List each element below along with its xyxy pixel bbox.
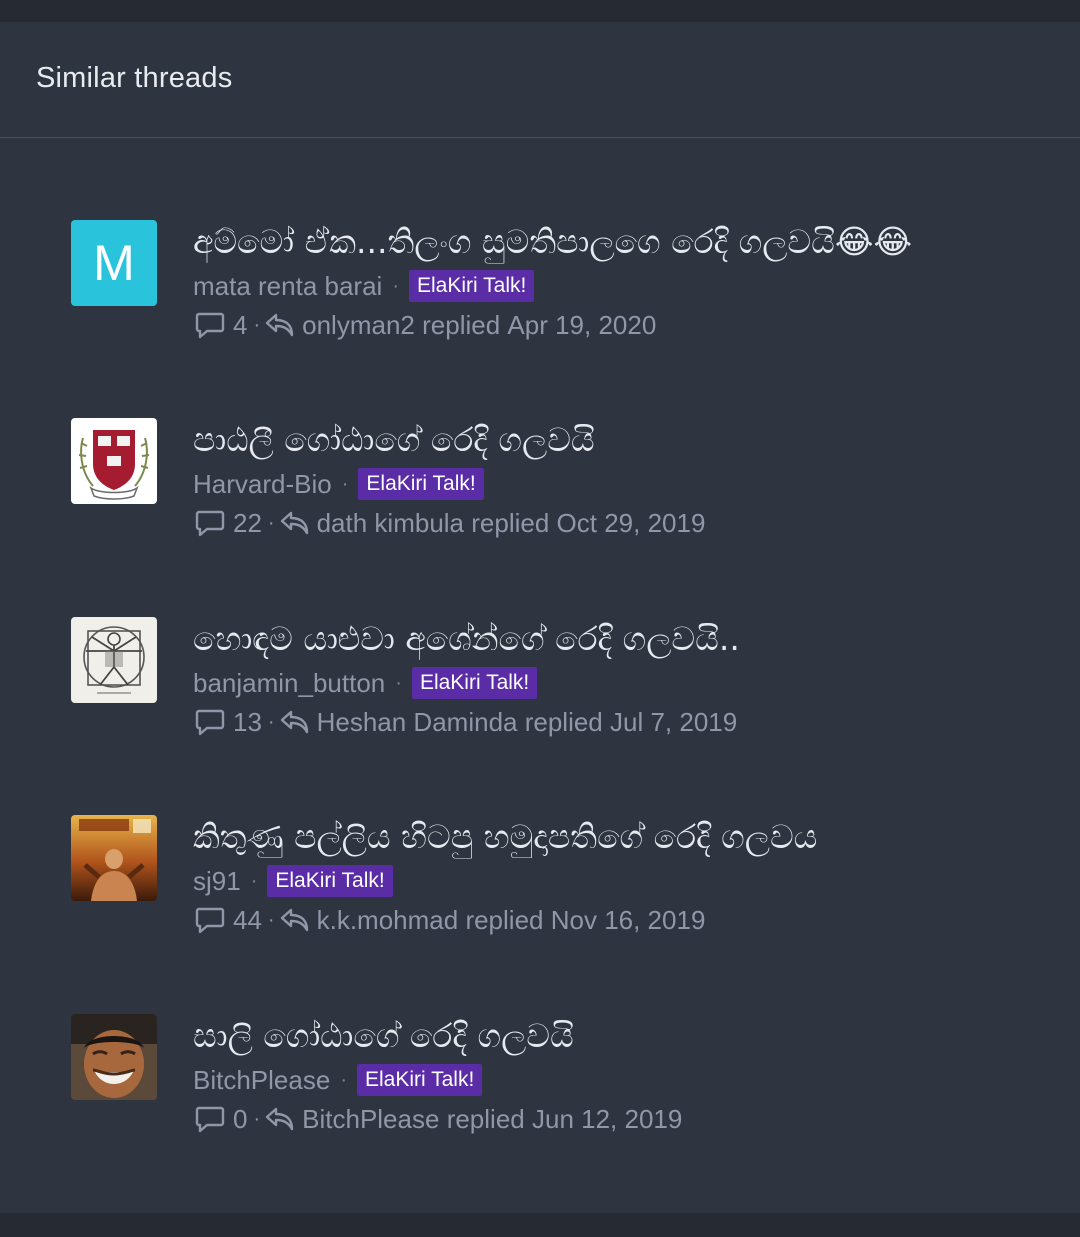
reply-arrow-icon [279,708,311,736]
avatar[interactable] [71,418,157,504]
last-poster-link[interactable]: onlyman2 [302,310,415,341]
reply-arrow-icon [264,1105,296,1133]
author-link[interactable]: Harvard-Bio [193,469,332,500]
reply-count: 4 [233,309,248,340]
separator-dot: · [267,908,275,931]
forum-prefix-badge[interactable]: ElaKiri Talk! [409,270,535,302]
thread-title-link[interactable]: කිතුණු පල්ලිය හිටපු හමුදාපතිගේ රෙදි ගලවය [193,815,817,859]
forum-prefix-badge[interactable]: ElaKiri Talk! [411,667,538,699]
avatar[interactable] [71,815,157,901]
reply-arrow-icon [279,509,311,537]
thread-meta: Harvard-Bio · ElaKiri Talk! [193,468,484,500]
comment-icon [195,708,225,736]
thread-meta: BitchPlease · ElaKiri Talk! [193,1064,483,1096]
reply-count: 13 [233,706,262,737]
avatar[interactable]: M [71,220,157,306]
thread-stats: 22 · dath kimbula replied Oct 29, 2019 [195,506,705,540]
separator-dot: · [395,671,402,694]
block-header: Similar threads [0,22,1080,138]
separator-dot: · [340,1068,347,1091]
comment-icon [195,509,225,537]
thread-title-link[interactable]: පාඨලී ගෝඨාගේ රෙදි ගලවයි [193,418,595,462]
last-poster-link[interactable]: BitchPlease [302,1104,439,1135]
last-reply-date[interactable]: Apr 19, 2020 [507,310,656,341]
thread-stats: 44 · k.k.mohmad replied Nov 16, 2019 [195,903,705,937]
reply-arrow-icon [264,311,296,339]
thread-item[interactable]: M අම්මෝ ඒක...තිලංග සුමතිපාලගෙ රෙදි ගලවයි… [71,220,1031,350]
last-poster-link[interactable]: Heshan Daminda [317,707,518,738]
avatar[interactable] [71,617,157,703]
last-reply-date[interactable]: Jun 12, 2019 [532,1104,682,1135]
thread-meta: sj91 · ElaKiri Talk! [193,865,393,897]
thread-meta: mata renta barai · ElaKiri Talk! [193,270,535,302]
reply-arrow-icon [279,906,311,934]
thread-stats: 4 · onlyman2 replied Apr 19, 2020 [195,308,656,342]
last-poster-link[interactable]: dath kimbula [317,508,464,539]
separator-dot: · [253,313,261,336]
author-link[interactable]: mata renta barai [193,271,382,302]
author-link[interactable]: banjamin_button [193,668,385,699]
thread-stats: 13 · Heshan Daminda replied Jul 7, 2019 [195,705,737,739]
forum-prefix-badge[interactable]: ElaKiri Talk! [356,1064,483,1096]
reply-count: 44 [233,904,262,935]
author-link[interactable]: BitchPlease [193,1065,330,1096]
replied-label: replied [524,706,603,737]
thread-title-link[interactable]: අම්මෝ ඒක...තිලංග සුමතිපාලගෙ රෙදි ගලවයි😂😂 [193,220,912,264]
comment-icon [195,906,225,934]
thread-title-link[interactable]: සාලි ගෝඨාගේ රෙදි ගලවයි [193,1014,574,1058]
thread-meta: banjamin_button · ElaKiri Talk! [193,667,538,699]
last-reply-date[interactable]: Jul 7, 2019 [610,707,737,738]
block-title: Similar threads [36,62,233,94]
separator-dot: · [341,472,349,495]
reply-count: 0 [233,1103,248,1134]
forum-prefix-badge[interactable]: ElaKiri Talk! [267,865,393,897]
page-footer-strip [0,1213,1080,1237]
thread-item[interactable]: සාලි ගෝඨාගේ රෙදි ගලවයි BitchPlease · Ela… [71,1014,1031,1144]
separator-dot: · [267,511,275,534]
reply-count: 22 [233,507,262,538]
thread-item[interactable]: පාඨලී ගෝඨාගේ රෙදි ගලවයි Harvard-Bio · El… [71,418,1031,548]
separator-dot: · [250,869,258,892]
separator-dot: · [267,710,275,733]
forum-prefix-badge[interactable]: ElaKiri Talk! [358,468,484,500]
replied-label: replied [422,309,501,340]
last-reply-date[interactable]: Oct 29, 2019 [557,508,706,539]
thread-stats: 0 · BitchPlease replied Jun 12, 2019 [195,1102,682,1136]
separator-dot: · [253,1107,261,1130]
author-link[interactable]: sj91 [193,866,241,897]
avatar[interactable] [71,1014,157,1100]
harvard-crest-icon [71,418,157,504]
thread-title-link[interactable]: හොඳම යාළුවා අශේන්ගේ රෙදි ගලවයි.. [193,617,740,661]
laughing-man-photo-icon [71,1014,157,1100]
separator-dot: · [392,274,399,297]
replied-label: replied [471,507,550,538]
last-reply-date[interactable]: Nov 16, 2019 [551,905,706,936]
comment-icon [195,311,225,339]
vitruvian-sketch-icon [71,617,157,703]
thread-item[interactable]: කිතුණු පල්ලිය හිටපු හමුදාපතිගේ රෙදි ගලවය… [71,815,1031,945]
thread-item[interactable]: හොඳම යාළුවා අශේන්ගේ රෙදි ගලවයි.. banjami… [71,617,1031,747]
comment-icon [195,1105,225,1133]
movie-poster-icon [71,815,157,901]
avatar-letter: M [93,235,135,291]
replied-label: replied [446,1103,525,1134]
replied-label: replied [465,904,544,935]
last-poster-link[interactable]: k.k.mohmad [317,905,459,936]
